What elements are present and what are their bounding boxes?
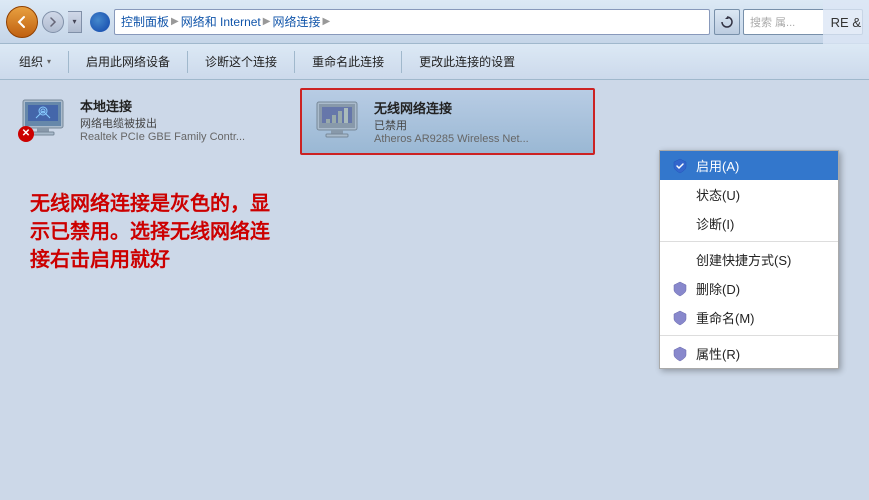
globe-icon	[90, 12, 110, 32]
breadcrumb-sep-3: ▶	[322, 16, 330, 27]
wireless-connection-icon	[312, 100, 362, 142]
context-menu-create-shortcut[interactable]: 创建快捷方式(S)	[660, 245, 838, 274]
main-content: ✕ 本地连接 网络电缆被拔出 Realtek PCIe GBE Family C…	[0, 80, 869, 500]
address-bar: ▾ 控制面板 ▶ 网络和 Internet ▶ 网络连接 ▶ 搜索 属... R…	[0, 0, 869, 44]
breadcrumb-sep-1: ▶	[171, 16, 179, 27]
toolbar-separator-1	[68, 51, 69, 73]
breadcrumb-network-internet[interactable]: 网络和 Internet	[181, 13, 261, 30]
toolbar-separator-4	[401, 51, 402, 73]
local-connection-icon-wrap: ✕	[18, 98, 70, 142]
annotation-text: 无线网络连接是灰色的，显示已禁用。选择无线网络连接右击启用就好	[30, 190, 270, 274]
context-menu-separator-2	[660, 335, 838, 336]
back-button[interactable]	[6, 6, 38, 38]
context-menu-status[interactable]: 状态(U)	[660, 180, 838, 209]
context-menu-diagnose[interactable]: 诊断(I)	[660, 209, 838, 238]
breadcrumb-control-panel[interactable]: 控制面板	[121, 13, 169, 30]
toolbar-separator-3	[294, 51, 295, 73]
error-badge: ✕	[18, 126, 34, 142]
context-menu-enable[interactable]: 启用(A)	[660, 151, 838, 180]
shield-icon-enable	[672, 158, 688, 174]
change-settings-button[interactable]: 更改此连接的设置	[408, 48, 526, 76]
context-menu: 启用(A) 状态(U) 诊断(I) 创建快捷方式(S) 删除(D)	[659, 150, 839, 369]
wireless-connection-name: 无线网络连接	[374, 98, 529, 117]
shield-icon-delete	[672, 281, 688, 297]
enable-network-button[interactable]: 启用此网络设备	[75, 48, 181, 76]
wireless-connection-info: 无线网络连接 已禁用 Atheros AR9285 Wireless Net..…	[374, 98, 529, 145]
refresh-button[interactable]	[714, 9, 740, 35]
local-connection-info: 本地连接 网络电缆被拔出 Realtek PCIe GBE Family Con…	[80, 96, 245, 143]
forward-button[interactable]	[42, 11, 64, 33]
breadcrumb: 控制面板 ▶ 网络和 Internet ▶ 网络连接 ▶	[114, 9, 710, 35]
wireless-connection-icon-wrap	[312, 100, 364, 144]
search-placeholder: 搜索 属...	[750, 14, 795, 30]
context-menu-rename[interactable]: 重命名(M)	[660, 303, 838, 332]
diagnose-button[interactable]: 诊断这个连接	[194, 48, 288, 76]
context-menu-properties[interactable]: 属性(R)	[660, 339, 838, 368]
breadcrumb-connections[interactable]: 网络连接	[272, 13, 320, 30]
local-connection-name: 本地连接	[80, 96, 245, 115]
organize-dropdown-arrow: ▾	[47, 57, 51, 66]
local-connection-adapter: Realtek PCIe GBE Family Contr...	[80, 131, 245, 143]
toolbar-separator-2	[187, 51, 188, 73]
local-connection-status: 网络电缆被拔出	[80, 115, 245, 131]
nav-dropdown-button[interactable]: ▾	[68, 11, 82, 33]
breadcrumb-sep-2: ▶	[263, 16, 271, 27]
organize-button[interactable]: 组织 ▾	[8, 48, 62, 76]
rename-button[interactable]: 重命名此连接	[301, 48, 395, 76]
wireless-connection-adapter: Atheros AR9285 Wireless Net...	[374, 133, 529, 145]
wireless-connection-status: 已禁用	[374, 117, 529, 133]
wireless-connection-item[interactable]: 无线网络连接 已禁用 Atheros AR9285 Wireless Net..…	[300, 88, 595, 155]
context-menu-delete[interactable]: 删除(D)	[660, 274, 838, 303]
toolbar: 组织 ▾ 启用此网络设备 诊断这个连接 重命名此连接 更改此连接的设置	[0, 44, 869, 80]
context-menu-separator-1	[660, 241, 838, 242]
shield-icon-properties	[672, 346, 688, 362]
top-right-text: RE &	[823, 0, 869, 44]
shield-icon-rename	[672, 310, 688, 326]
